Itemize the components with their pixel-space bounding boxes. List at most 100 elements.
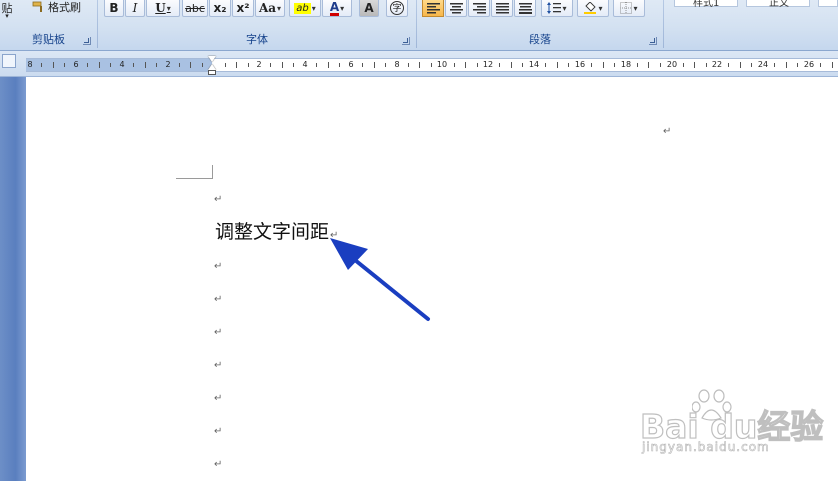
align-right-button[interactable] bbox=[468, 0, 490, 17]
ruler-number: 8 bbox=[394, 60, 400, 69]
ruler-tick bbox=[476, 63, 478, 67]
styles-group: 样式1 正文 bbox=[664, 0, 838, 50]
ruler-tick bbox=[465, 62, 467, 68]
strikethrough-icon: abc bbox=[185, 1, 205, 15]
highlight-button[interactable]: ab bbox=[289, 0, 321, 17]
align-left-button[interactable] bbox=[422, 0, 444, 17]
ruler-number: 18 bbox=[620, 60, 632, 69]
ruler-tick bbox=[87, 63, 89, 67]
paragraph-group: 段落 bbox=[417, 0, 663, 50]
ruler-tick bbox=[64, 63, 66, 67]
format-painter-label: 格式刷 bbox=[48, 1, 81, 14]
indent-marker[interactable] bbox=[208, 56, 217, 76]
ruler-tick bbox=[190, 62, 192, 68]
ruler-number: 24 bbox=[757, 60, 769, 69]
justify-icon bbox=[495, 2, 509, 13]
change-case-button[interactable]: Aa bbox=[255, 0, 285, 17]
ruler-tick bbox=[774, 63, 776, 67]
ruler-tick bbox=[178, 63, 180, 67]
paragraph-mark: ↵ bbox=[214, 360, 223, 371]
paragraph-mark: ↵ bbox=[214, 294, 223, 305]
ruler-tick bbox=[636, 63, 638, 67]
ruler-tick bbox=[155, 63, 157, 67]
ruler-tick bbox=[384, 63, 386, 67]
shading-button[interactable] bbox=[577, 0, 609, 17]
ruler-tick bbox=[499, 63, 501, 67]
strikethrough-button[interactable]: abc bbox=[182, 0, 208, 17]
ruler-tick bbox=[568, 63, 570, 67]
superscript-button[interactable]: x² bbox=[232, 0, 254, 17]
bold-button[interactable]: B bbox=[104, 0, 124, 17]
borders-button[interactable] bbox=[613, 0, 645, 17]
ruler-tick bbox=[407, 63, 409, 67]
ruler-tick bbox=[98, 62, 100, 68]
enclose-characters-icon: 字 bbox=[390, 1, 404, 15]
ruler-number: 16 bbox=[574, 60, 586, 69]
style-gallery-item-next[interactable] bbox=[818, 0, 838, 7]
bold-icon: B bbox=[109, 1, 119, 15]
paragraph-mark: ↵ bbox=[214, 459, 223, 470]
italic-button[interactable]: I bbox=[125, 0, 145, 17]
ruler-tick bbox=[373, 62, 375, 68]
paste-dropdown-icon[interactable]: ▾ bbox=[2, 12, 12, 20]
ruler-number: 6 bbox=[73, 60, 79, 69]
italic-icon: I bbox=[132, 1, 138, 15]
ruler-tick bbox=[659, 63, 661, 67]
underline-button[interactable]: U bbox=[146, 0, 180, 17]
watermark-url: jingyan.baidu.com bbox=[642, 440, 770, 455]
ruler-tick bbox=[797, 63, 799, 67]
ruler-tick bbox=[110, 63, 112, 67]
change-case-icon: Aa bbox=[258, 1, 277, 15]
left-indent-handle[interactable] bbox=[208, 70, 216, 75]
ruler-tick bbox=[327, 62, 329, 68]
tab-selector[interactable] bbox=[2, 54, 16, 68]
vertical-ruler bbox=[0, 77, 26, 481]
clipboard-dialog-launcher-icon[interactable] bbox=[83, 37, 91, 45]
line-spacing-button[interactable] bbox=[541, 0, 573, 17]
ruler-number: 6 bbox=[348, 60, 354, 69]
ruler-tick bbox=[648, 62, 650, 68]
ruler-tick bbox=[224, 63, 226, 67]
character-shading-icon: A bbox=[364, 1, 374, 15]
distributed-button[interactable] bbox=[514, 0, 536, 17]
font-color-button[interactable]: A bbox=[322, 0, 352, 17]
ruler-tick bbox=[270, 63, 272, 67]
ruler-tick bbox=[705, 63, 707, 67]
ruler-tick bbox=[430, 63, 432, 67]
ruler-tick bbox=[339, 63, 341, 67]
first-line-indent-handle[interactable] bbox=[208, 56, 216, 62]
paragraph-mark: ↵ bbox=[214, 393, 223, 404]
ruler-tick bbox=[52, 62, 54, 68]
ruler-tick bbox=[316, 63, 318, 67]
style-gallery-item-style1[interactable]: 样式1 bbox=[674, 0, 738, 9]
ruler-number: 2 bbox=[165, 60, 171, 69]
heading-text[interactable]: 调整文字间距 bbox=[215, 221, 329, 243]
ruler-tick bbox=[362, 63, 363, 67]
document-heading-line[interactable]: 调整文字间距↵ bbox=[215, 217, 338, 244]
ruler-tick bbox=[281, 62, 283, 68]
ruler-tick bbox=[144, 62, 146, 68]
format-painter-button[interactable]: 格式刷 bbox=[32, 0, 90, 14]
enclose-characters-button[interactable]: 字 bbox=[386, 0, 408, 17]
ruler-tick bbox=[510, 62, 512, 68]
ruler-tick bbox=[133, 63, 134, 67]
ribbon: 贴 ▾ 格式刷 剪贴板 B I U abc x₂ x² bbox=[0, 0, 838, 51]
font-dialog-launcher-icon[interactable] bbox=[402, 37, 410, 45]
format-painter-icon bbox=[32, 1, 42, 12]
character-shading-button[interactable]: A bbox=[359, 0, 379, 17]
style1-label: 样式1 bbox=[693, 0, 720, 9]
justify-button[interactable] bbox=[491, 0, 513, 17]
style-gallery-item-normal[interactable]: 正文 bbox=[746, 0, 810, 9]
horizontal-ruler[interactable]: 8 6 4 2 2 4 6 8 10 12 14 16 18 20 22 24 … bbox=[26, 58, 838, 72]
subscript-button[interactable]: x₂ bbox=[209, 0, 231, 17]
ruler-tick bbox=[682, 63, 684, 67]
baidu-jingyan-watermark: Bai du经验 jingyan.baidu.com bbox=[639, 388, 830, 468]
ruler-tick bbox=[739, 62, 741, 68]
clipboard-group: 贴 ▾ 格式刷 剪贴板 bbox=[0, 0, 97, 50]
align-center-button[interactable] bbox=[445, 0, 467, 17]
ruler-tick bbox=[522, 63, 524, 67]
subscript-icon: x₂ bbox=[213, 1, 227, 15]
ruler-tick bbox=[201, 63, 203, 67]
paragraph-dialog-launcher-icon[interactable] bbox=[649, 37, 657, 45]
ruler-number: 14 bbox=[528, 60, 540, 69]
